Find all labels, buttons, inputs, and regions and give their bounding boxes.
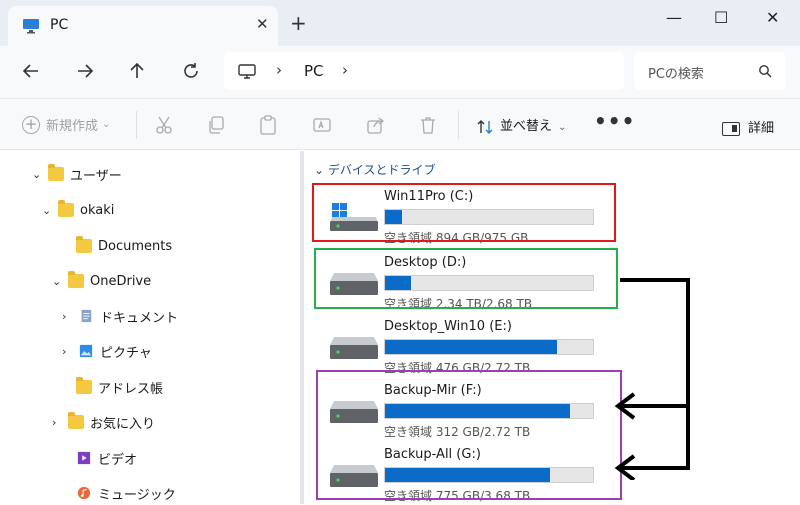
sidebar-item-label: ドキュメント bbox=[100, 310, 179, 326]
details-label: 詳細 bbox=[748, 121, 775, 136]
annotation-box-green bbox=[314, 248, 618, 309]
tab-close-button[interactable]: ✕ bbox=[256, 15, 269, 33]
folder-icon bbox=[76, 377, 92, 394]
document-icon bbox=[81, 309, 92, 323]
sidebar-item-pictures[interactable]: › ピクチャ bbox=[62, 339, 152, 363]
close-window-button[interactable]: ✕ bbox=[766, 8, 779, 27]
chevron-down-icon: ⌄ bbox=[314, 163, 325, 177]
sidebar-item-users[interactable]: ⌄ ユーザー bbox=[32, 162, 122, 186]
sidebar-item-okaki[interactable]: ⌄ okaki bbox=[42, 198, 114, 222]
chevron-down-icon: ⌄ bbox=[102, 119, 111, 130]
sidebar-item-favorites[interactable]: › お気に入り bbox=[52, 410, 155, 434]
new-label: 新規作成 bbox=[46, 119, 99, 134]
chevron-right-icon[interactable]: › bbox=[62, 345, 78, 358]
forward-arrow-icon[interactable] bbox=[74, 60, 96, 82]
plus-icon: + bbox=[22, 115, 40, 134]
chevron-down-icon: ⌄ bbox=[558, 122, 567, 133]
chevron-right-icon[interactable]: › bbox=[52, 416, 68, 429]
paste-icon[interactable] bbox=[258, 115, 278, 135]
details-pane-icon bbox=[722, 121, 740, 136]
sort-icon bbox=[477, 119, 493, 134]
onedrive-folder-icon bbox=[68, 271, 84, 288]
sidebar-item-label: アドレス帳 bbox=[98, 381, 164, 397]
search-placeholder: PCの検索 bbox=[648, 67, 704, 82]
maximize-button[interactable]: ☐ bbox=[714, 8, 728, 27]
more-options-button[interactable]: ••• bbox=[594, 109, 635, 133]
navigation-bar: › PC › PCの検索 bbox=[0, 46, 800, 98]
new-tab-button[interactable]: + bbox=[290, 13, 307, 33]
annotation-box-red bbox=[312, 183, 616, 242]
breadcrumb-pc[interactable]: PC bbox=[304, 62, 324, 80]
annotation-arrows bbox=[614, 278, 690, 480]
trash-icon[interactable] bbox=[418, 115, 438, 135]
folder-icon bbox=[48, 164, 64, 181]
command-bar: + 新規作成 ⌄ 並べ替え ⌄ ••• 詳細 bbox=[0, 98, 800, 150]
chevron-down-icon[interactable]: ⌄ bbox=[32, 168, 48, 181]
sidebar-item-label: お気に入り bbox=[90, 416, 156, 432]
drive-icon bbox=[330, 337, 378, 359]
folder-icon bbox=[68, 412, 84, 429]
sidebar-item-label: ユーザー bbox=[70, 168, 122, 184]
pictures-icon bbox=[79, 344, 93, 358]
sidebar-item-documents[interactable]: Documents bbox=[76, 234, 172, 258]
video-icon bbox=[77, 451, 91, 465]
sidebar-item-label: Documents bbox=[98, 238, 173, 254]
title-bar: PC ✕ + — ☐ ✕ bbox=[0, 0, 800, 46]
pc-icon bbox=[238, 64, 256, 79]
drive-item[interactable]: Desktop_Win10 (E:) 空き領域 476 GB/2.72 TB bbox=[326, 315, 626, 375]
details-pane-button[interactable]: 詳細 bbox=[722, 117, 774, 136]
monitor-icon bbox=[23, 19, 39, 34]
folder-icon bbox=[76, 236, 92, 253]
tab-title: PC bbox=[50, 17, 69, 33]
drive-usage-fill bbox=[385, 340, 558, 354]
sidebar-item-address-book[interactable]: アドレス帳 bbox=[76, 375, 163, 399]
sort-button[interactable]: 並べ替え ⌄ bbox=[476, 115, 566, 135]
new-button[interactable]: + 新規作成 ⌄ bbox=[22, 115, 110, 134]
sort-label: 並べ替え bbox=[500, 119, 553, 134]
divider bbox=[458, 111, 459, 139]
annotation-box-purple bbox=[316, 370, 622, 500]
sidebar-item-music[interactable]: ミュージック bbox=[76, 481, 176, 505]
music-icon bbox=[77, 486, 91, 500]
sidebar-item-label: okaki bbox=[80, 202, 115, 218]
tab-pc[interactable]: PC ✕ bbox=[8, 6, 278, 46]
sidebar-item-label: ミュージック bbox=[98, 487, 176, 503]
breadcrumb-chevron-icon[interactable]: › bbox=[342, 61, 348, 79]
group-title: デバイスとドライブ bbox=[327, 163, 436, 177]
refresh-icon[interactable] bbox=[180, 60, 202, 82]
drive-usage-bar bbox=[384, 339, 594, 355]
group-header[interactable]: ⌄ デバイスとドライブ bbox=[314, 161, 436, 178]
breadcrumb-chevron-icon[interactable]: › bbox=[276, 61, 282, 79]
folder-icon bbox=[58, 200, 74, 217]
chevron-right-icon[interactable]: › bbox=[62, 310, 78, 323]
sidebar-item-label: ピクチャ bbox=[100, 345, 152, 361]
sidebar-item-label: OneDrive bbox=[90, 273, 152, 289]
back-arrow-icon[interactable] bbox=[20, 60, 42, 82]
search-icon bbox=[759, 65, 772, 78]
chevron-down-icon[interactable]: ⌄ bbox=[42, 204, 58, 217]
cut-icon[interactable] bbox=[154, 115, 174, 135]
drive-name: Desktop_Win10 (E:) bbox=[384, 319, 512, 334]
rename-icon[interactable] bbox=[312, 115, 332, 135]
sidebar-item-videos[interactable]: ビデオ bbox=[76, 446, 137, 470]
address-bar[interactable]: › PC › bbox=[224, 52, 624, 90]
search-box[interactable]: PCの検索 bbox=[634, 52, 786, 90]
navigation-pane: ⌄ ユーザー ⌄ okaki Documents ⌄ OneDrive › ドキ… bbox=[0, 151, 300, 504]
divider bbox=[136, 111, 137, 139]
sidebar-item-label: ビデオ bbox=[98, 452, 138, 468]
minimize-button[interactable]: — bbox=[666, 8, 682, 27]
chevron-down-icon[interactable]: ⌄ bbox=[52, 275, 68, 288]
sidebar-item-onedrive[interactable]: ⌄ OneDrive bbox=[52, 269, 151, 293]
share-icon[interactable] bbox=[366, 115, 386, 135]
sidebar-item-documents-jp[interactable]: › ドキュメント bbox=[62, 304, 178, 328]
copy-icon[interactable] bbox=[206, 115, 226, 135]
up-arrow-icon[interactable] bbox=[126, 60, 148, 82]
